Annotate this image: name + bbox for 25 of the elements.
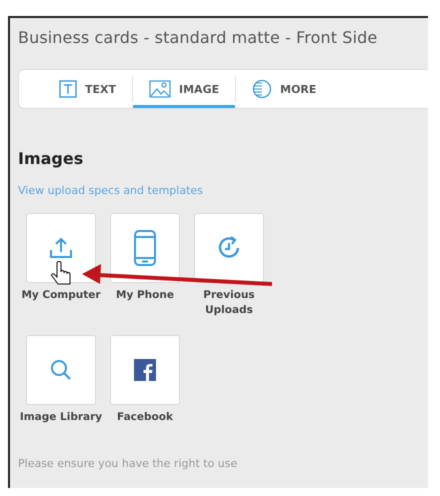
tile-label: Previous Uploads — [202, 288, 256, 318]
tile-label: My Phone — [115, 288, 175, 303]
tile-label: Facebook — [116, 410, 174, 425]
upload-icon — [49, 237, 73, 259]
source-tile[interactable] — [110, 335, 180, 405]
facebook-icon — [134, 359, 156, 381]
notice-text: Please ensure you have the right to use — [18, 457, 238, 470]
source-tile[interactable] — [26, 335, 96, 405]
tab[interactable]: TEXT — [43, 70, 132, 108]
source-tile[interactable] — [26, 213, 96, 283]
search-icon — [50, 359, 72, 381]
tile-label: My Computer — [20, 288, 102, 303]
history-icon — [217, 236, 241, 260]
hand-cursor-icon — [51, 261, 70, 284]
source-tile[interactable] — [110, 213, 180, 283]
tab[interactable]: MORE — [236, 70, 332, 108]
tab[interactable]: IMAGE — [133, 70, 236, 108]
page-title: Business cards - standard matte - Front Side — [18, 28, 378, 47]
tile-label: Image Library — [18, 410, 104, 425]
image-icon — [149, 80, 172, 98]
text-icon — [59, 80, 77, 98]
phone-icon — [134, 230, 156, 266]
section-heading: Images — [18, 149, 84, 168]
source-tile[interactable] — [194, 213, 264, 283]
globe-icon — [252, 79, 272, 99]
